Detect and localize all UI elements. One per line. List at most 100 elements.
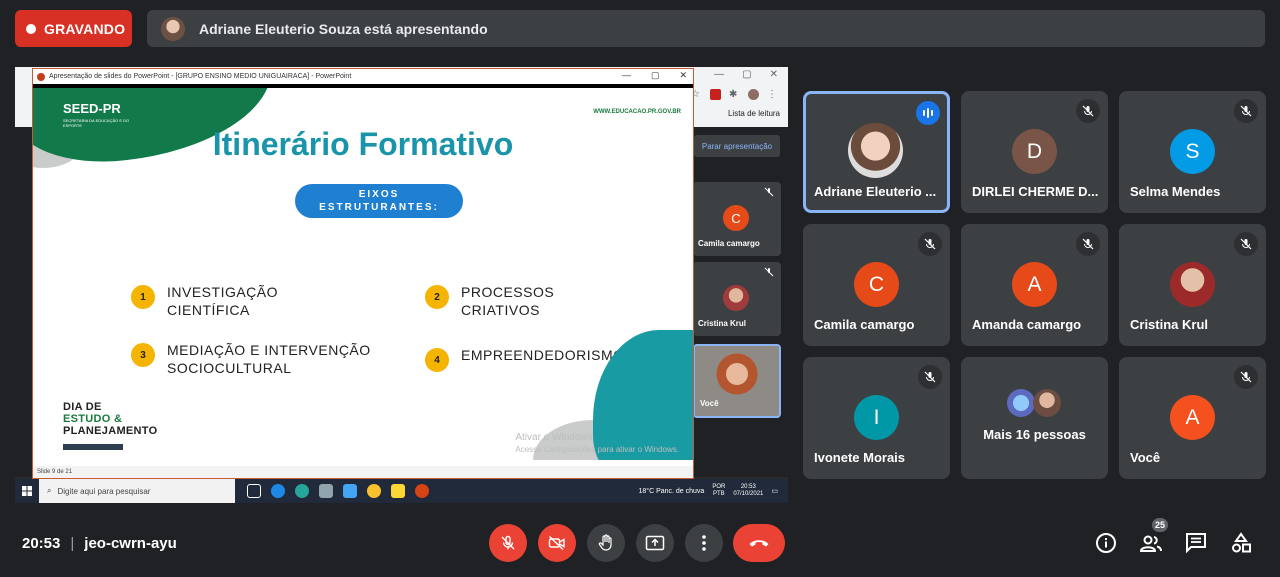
extension-icon[interactable]: [710, 89, 721, 100]
avatar: A: [1170, 395, 1215, 440]
participant-name: Adriane Eleuterio ...: [814, 184, 937, 199]
speaking-indicator-icon: [916, 101, 940, 125]
participant-tile-adriane[interactable]: Adriane Eleuterio ...: [803, 91, 950, 213]
meeting-details-button[interactable]: [1094, 531, 1118, 555]
slide-url: WWW.EDUCACAO.PR.GOV.BR: [593, 109, 681, 115]
mic-off-icon: [1234, 365, 1258, 389]
browser-toolbar: ☆ ✱ ⋮: [691, 89, 778, 100]
footer-line2: ESTUDO &: [63, 413, 123, 425]
avatar: I: [854, 395, 899, 440]
mic-off-icon: [764, 187, 774, 197]
camera-off-icon: [548, 535, 565, 551]
present-screen-button[interactable]: [636, 524, 674, 562]
people-icon: [1139, 535, 1162, 552]
tray-date: 07/10/2021: [733, 491, 764, 497]
mic-off-icon: [1234, 99, 1258, 123]
eixo-line2: CRIATIVOS: [461, 302, 540, 318]
edge-icon[interactable]: [271, 484, 285, 498]
hang-up-icon: [749, 540, 769, 547]
app-icon[interactable]: [319, 484, 333, 498]
powerpoint-taskbar-icon[interactable]: [415, 484, 429, 498]
shapes-icon: [1232, 532, 1251, 553]
participant-name: DIRLEI CHERME D...: [972, 184, 1099, 199]
chat-button[interactable]: [1184, 531, 1208, 555]
participant-tile-camila[interactable]: C Camila camargo: [803, 224, 950, 346]
folder-icon[interactable]: [391, 484, 405, 498]
more-vert-icon: [702, 535, 706, 551]
mic-off-icon: [918, 232, 942, 256]
presenting-text: Adriane Eleuterio Souza está apresentand…: [199, 20, 488, 37]
ppt-title-bar: Apresentação de slides do PowerPoint - […: [33, 69, 693, 84]
taskbar-search[interactable]: ⌕ Digite aqui para pesquisar: [39, 479, 235, 503]
present-icon: [645, 535, 665, 551]
shared-screen: — ▢ ✕ ☆ ✱ ⋮ Lista de leitura Parar apres…: [15, 67, 788, 503]
edge-new-icon[interactable]: [295, 484, 309, 498]
eixos-pill: EIXOS ESTRUTURANTES:: [295, 184, 463, 218]
menu-icon[interactable]: ⋮: [767, 89, 778, 100]
stop-presenting-button[interactable]: Parar apresentação: [694, 135, 780, 157]
people-button[interactable]: [1139, 531, 1163, 555]
activate-sub: Acesse Configurações para ativar o Windo…: [515, 445, 679, 454]
mic-off-icon: [1076, 232, 1100, 256]
mini-photo-avatar: [723, 285, 749, 311]
notification-icon[interactable]: ▭: [771, 487, 778, 495]
eixo-item-2: 2 PROCESSOS CRIATIVOS: [425, 283, 681, 319]
mic-off-icon: [501, 535, 515, 550]
participant-tile-self[interactable]: A Você: [1119, 357, 1266, 479]
activities-button[interactable]: [1229, 531, 1253, 555]
activate-title: Ativar o Windows: [515, 432, 593, 443]
mini-avatar: C: [723, 205, 749, 231]
presenter-avatar: [161, 16, 185, 41]
windows-taskbar: ⌕ Digite aqui para pesquisar 18°C Panc. …: [15, 479, 788, 503]
participant-tile-selma[interactable]: S Selma Mendes: [1119, 91, 1266, 213]
maximize-icon[interactable]: ▢: [651, 70, 660, 81]
close-icon[interactable]: ✕: [679, 70, 687, 81]
participant-tile-cristina[interactable]: Cristina Krul: [1119, 224, 1266, 346]
camera-toggle-button[interactable]: [538, 524, 576, 562]
participant-tile-ivonete[interactable]: I Ivonete Morais: [803, 357, 950, 479]
maximize-icon[interactable]: ▢: [742, 69, 751, 80]
eixo-item-1: 1 INVESTIGAÇÃO CIENTÍFICA: [131, 283, 387, 319]
participant-name: Selma Mendes: [1130, 184, 1221, 199]
slide-counter: Slide 9 de 21: [37, 469, 73, 475]
meeting-code[interactable]: jeo-cwrn-ayu: [84, 535, 177, 552]
eixo-number: 3: [131, 343, 155, 367]
browser-window-controls: — ▢ ✕: [714, 69, 778, 80]
minimize-icon[interactable]: —: [622, 70, 631, 81]
mini-tile-name: Cristina Krul: [698, 319, 747, 328]
recording-dot-icon: [26, 23, 36, 34]
mic-toggle-button[interactable]: [489, 524, 527, 562]
activate-windows-watermark: Ativar o Windows Acesse Configurações pa…: [515, 432, 679, 456]
avatar: D: [1012, 129, 1057, 174]
more-participants-tile[interactable]: Mais 16 pessoas: [961, 357, 1108, 479]
participant-tile-dirlei[interactable]: D DIRLEI CHERME D...: [961, 91, 1108, 213]
windows-start-icon[interactable]: [15, 479, 39, 503]
taskbar-search-placeholder: Digite aqui para pesquisar: [57, 486, 151, 496]
dia-estudo-label: DIA DE ESTUDO & PLANEJAMENTO: [63, 401, 157, 437]
participant-name: Amanda camargo: [972, 317, 1082, 332]
minimize-icon[interactable]: —: [714, 69, 724, 80]
more-options-button[interactable]: [685, 524, 723, 562]
recording-badge: GRAVANDO: [15, 10, 132, 47]
participant-tile-amanda[interactable]: A Amanda camargo: [961, 224, 1108, 346]
photo-avatar: [1170, 262, 1215, 307]
leave-call-button[interactable]: [733, 524, 785, 562]
task-view-icon[interactable]: [247, 484, 261, 498]
mic-off-icon: [1076, 99, 1100, 123]
raise-hand-button[interactable]: [587, 524, 625, 562]
more-participants-label: Mais 16 pessoas: [983, 427, 1086, 442]
close-icon[interactable]: ✕: [770, 69, 778, 80]
eixo-number: 1: [131, 285, 155, 309]
profile-icon[interactable]: [748, 89, 759, 100]
mini-tile-name: Você: [700, 399, 719, 408]
store-icon[interactable]: [343, 484, 357, 498]
mini-tile-cristina: Cristina Krul: [693, 262, 781, 336]
reading-list[interactable]: Lista de leitura: [728, 109, 780, 118]
weather-text[interactable]: 18°C Panc. de chuva: [638, 488, 704, 495]
eixo-number: 2: [425, 285, 449, 309]
eixo-line2: CIENTÍFICA: [167, 302, 250, 318]
chrome-icon[interactable]: [367, 484, 381, 498]
eixo-number: 4: [425, 348, 449, 372]
puzzle-icon[interactable]: ✱: [729, 89, 740, 100]
eixos-line2: ESTRUTURANTES:: [319, 202, 439, 213]
